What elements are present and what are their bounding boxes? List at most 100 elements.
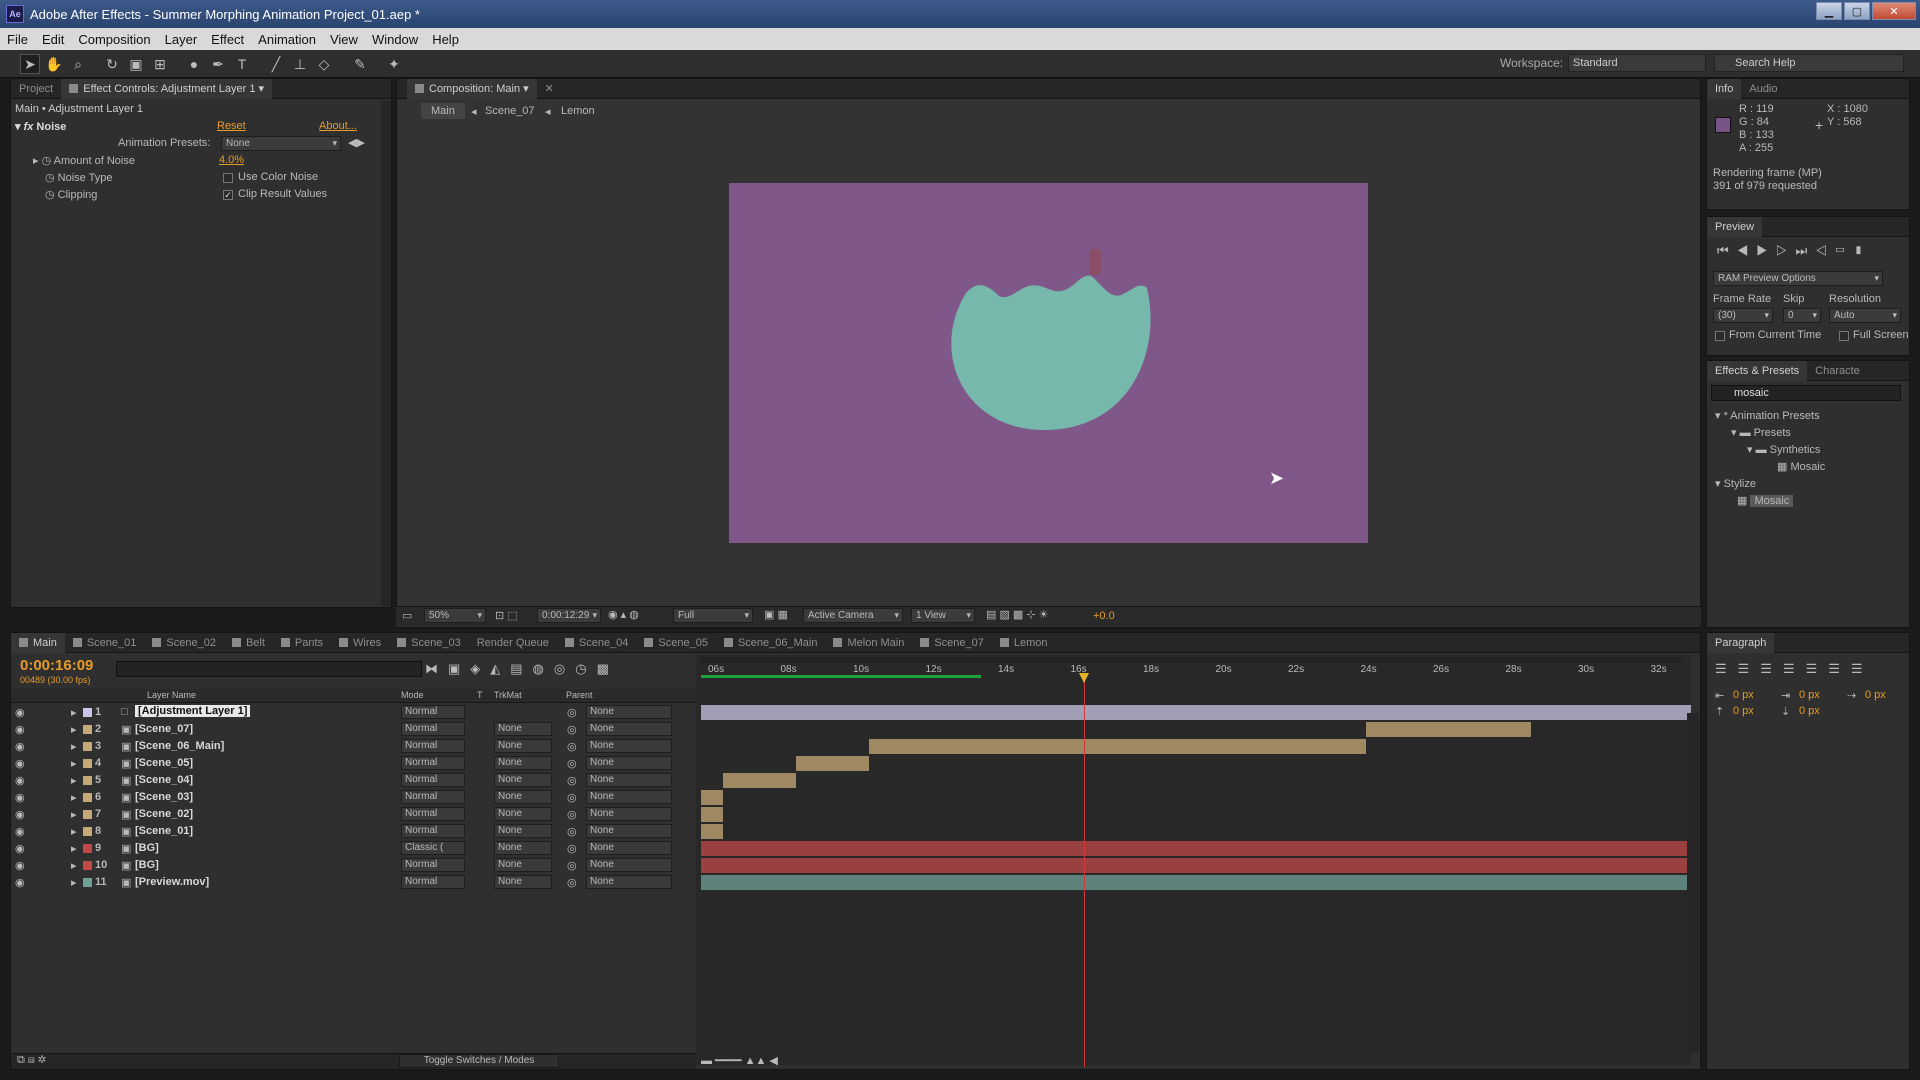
about-link[interactable]: About... <box>319 120 357 132</box>
tab-timeline-pants[interactable]: Pants <box>273 633 331 653</box>
tab-timeline-scene01[interactable]: Scene_01 <box>65 633 145 653</box>
exposure-value[interactable]: +0.0 <box>1093 610 1115 622</box>
layer-row[interactable]: ◉ ▸ 5 ▣ [Scene_04] Normal None ◎ None <box>11 772 696 789</box>
layer-mode-select[interactable]: Normal <box>401 858 465 872</box>
eraser-tool-icon[interactable]: ◇ <box>314 54 334 74</box>
magnification-select[interactable]: 50% <box>424 608 486 623</box>
visibility-eye-icon[interactable]: ◉ <box>15 706 25 719</box>
visibility-eye-icon[interactable]: ◉ <box>15 774 25 787</box>
close-icon[interactable]: ✕ <box>1872 2 1916 20</box>
parent-pickwhip-icon[interactable]: ◎ <box>567 706 577 719</box>
space-before-value[interactable]: 0 px <box>1733 705 1754 717</box>
label-color-swatch[interactable] <box>83 861 92 870</box>
layer-name[interactable]: [Scene_01] <box>135 825 193 837</box>
preset-nav-icon[interactable]: ◀▶ <box>348 136 365 149</box>
menu-animation[interactable]: Animation <box>251 32 323 47</box>
menu-window[interactable]: Window <box>365 32 425 47</box>
layer-name[interactable]: [Scene_07] <box>135 723 193 735</box>
tab-timeline-melon[interactable]: Melon Main <box>825 633 912 653</box>
layer-name[interactable]: [Scene_04] <box>135 774 193 786</box>
pan-behind-tool-icon[interactable]: ⊞ <box>150 54 170 74</box>
layer-mode-select[interactable]: Normal <box>401 773 465 787</box>
tab-timeline-scene03[interactable]: Scene_03 <box>389 633 469 653</box>
trkmat-select[interactable]: None <box>494 875 552 889</box>
layer-name[interactable]: [Scene_05] <box>135 757 193 769</box>
layer-name[interactable]: [Scene_06_Main] <box>135 740 224 752</box>
parent-select[interactable]: None <box>586 790 672 804</box>
tree-mosaic-effect[interactable]: ▦ Mosaic <box>1737 494 1794 507</box>
label-color-swatch[interactable] <box>83 810 92 819</box>
hand-tool-icon[interactable]: ✋ <box>44 54 64 74</box>
ram-preview-select[interactable]: RAM Preview Options <box>1713 271 1883 286</box>
layer-search-input[interactable] <box>116 661 422 677</box>
visibility-eye-icon[interactable]: ◉ <box>15 723 25 736</box>
layer-row[interactable]: ◉ ▸ 8 ▣ [Scene_01] Normal None ◎ None <box>11 823 696 840</box>
indent-right-value[interactable]: 0 px <box>1799 689 1820 701</box>
tree-animation-presets[interactable]: ▾ * Animation Presets <box>1715 409 1820 422</box>
timeline-switches-icon[interactable]: ⧓▣◈◭▤◍◎◷▩ <box>425 661 619 677</box>
layer-row[interactable]: ◉ ▸ 2 ▣ [Scene_07] Normal None ◎ None <box>11 721 696 738</box>
visibility-eye-icon[interactable]: ◉ <box>15 757 25 770</box>
space-after-value[interactable]: 0 px <box>1799 705 1820 717</box>
layer-duration-bar[interactable] <box>701 841 1691 856</box>
effects-search-input[interactable]: mosaic <box>1711 385 1901 401</box>
effect-name-row[interactable]: ▾ fx Noise <box>15 120 66 133</box>
region-of-interest-icon[interactable]: ▣ ▦ <box>764 608 788 621</box>
layer-name[interactable]: [Scene_03] <box>135 791 193 803</box>
layer-duration-bar[interactable] <box>701 875 1691 890</box>
label-color-swatch[interactable] <box>83 793 92 802</box>
zoom-tool-icon[interactable]: ⌕ <box>68 54 88 74</box>
search-help-input[interactable]: Search Help <box>1714 54 1904 72</box>
comp-breadcrumb-lemon[interactable]: Lemon <box>561 105 595 117</box>
expand-layer-icon[interactable]: ▸ <box>71 876 77 889</box>
tree-stylize[interactable]: ▾ Stylize <box>1715 477 1756 490</box>
tab-project[interactable]: Project <box>11 79 61 99</box>
close-composition-icon[interactable]: ✕ <box>537 79 562 99</box>
trkmat-select[interactable]: None <box>494 824 552 838</box>
tree-mosaic-preset[interactable]: ▦ Mosaic <box>1777 460 1825 473</box>
toggle-pixel-aspect-icon[interactable]: ▤ ▧ ▩ ⊹ ☀ <box>986 608 1048 621</box>
layer-duration-bar[interactable] <box>869 739 1366 754</box>
zoom-slider-icon[interactable]: ▬ ━━━━ ▲▲ ◀ <box>701 1054 778 1067</box>
workspace-select[interactable]: Standard <box>1568 54 1706 72</box>
layer-mode-select[interactable]: Normal <box>401 739 465 753</box>
menu-help[interactable]: Help <box>425 32 466 47</box>
parent-pickwhip-icon[interactable]: ◎ <box>567 842 577 855</box>
label-color-swatch[interactable] <box>83 878 92 887</box>
label-color-swatch[interactable] <box>83 759 92 768</box>
parent-pickwhip-icon[interactable]: ◎ <box>567 774 577 787</box>
visibility-eye-icon[interactable]: ◉ <box>15 791 25 804</box>
clone-tool-icon[interactable]: ⊥ <box>290 54 310 74</box>
expand-layer-icon[interactable]: ▸ <box>71 825 77 838</box>
tab-timeline-wires[interactable]: Wires <box>331 633 389 653</box>
layer-duration-bar[interactable] <box>701 705 1691 720</box>
layer-row[interactable]: ◉ ▸ 6 ▣ [Scene_03] Normal None ◎ None <box>11 789 696 806</box>
tab-effects-presets[interactable]: Effects & Presets <box>1707 360 1808 381</box>
full-screen-checkbox[interactable] <box>1839 331 1849 341</box>
alignment-buttons-icon[interactable]: ☰☰☰☰☰☰☰ <box>1715 661 1874 677</box>
layer-name[interactable]: [Scene_02] <box>135 808 193 820</box>
layer-name[interactable]: [BG] <box>135 859 159 871</box>
tab-timeline-lemon[interactable]: Lemon <box>992 633 1056 653</box>
timeline-vertical-scrollbar[interactable] <box>1687 713 1699 1053</box>
menu-edit[interactable]: Edit <box>35 32 71 47</box>
shape-tool-icon[interactable]: ● <box>184 54 204 74</box>
layer-duration-bar[interactable] <box>701 824 723 839</box>
layer-duration-bar[interactable] <box>796 756 869 771</box>
trkmat-select[interactable]: None <box>494 790 552 804</box>
parent-pickwhip-icon[interactable]: ◎ <box>567 876 577 889</box>
trkmat-select[interactable]: None <box>494 858 552 872</box>
expand-layer-icon[interactable]: ▸ <box>71 808 77 821</box>
trkmat-select[interactable]: None <box>494 739 552 753</box>
reset-link[interactable]: Reset <box>217 120 246 132</box>
layer-mode-select[interactable]: Classic ( <box>401 841 465 855</box>
layer-row[interactable]: ◉ ▸ 7 ▣ [Scene_02] Normal None ◎ None <box>11 806 696 823</box>
type-tool-icon[interactable]: T <box>232 54 252 74</box>
parent-select[interactable]: None <box>586 858 672 872</box>
expand-layer-icon[interactable]: ▸ <box>71 723 77 736</box>
parent-select[interactable]: None <box>586 756 672 770</box>
expand-layer-icon[interactable]: ▸ <box>71 842 77 855</box>
safe-margins-icon[interactable]: ⊡ ⬚ <box>495 609 518 622</box>
layer-mode-select[interactable]: Normal <box>401 807 465 821</box>
layer-duration-bar[interactable] <box>723 773 796 788</box>
